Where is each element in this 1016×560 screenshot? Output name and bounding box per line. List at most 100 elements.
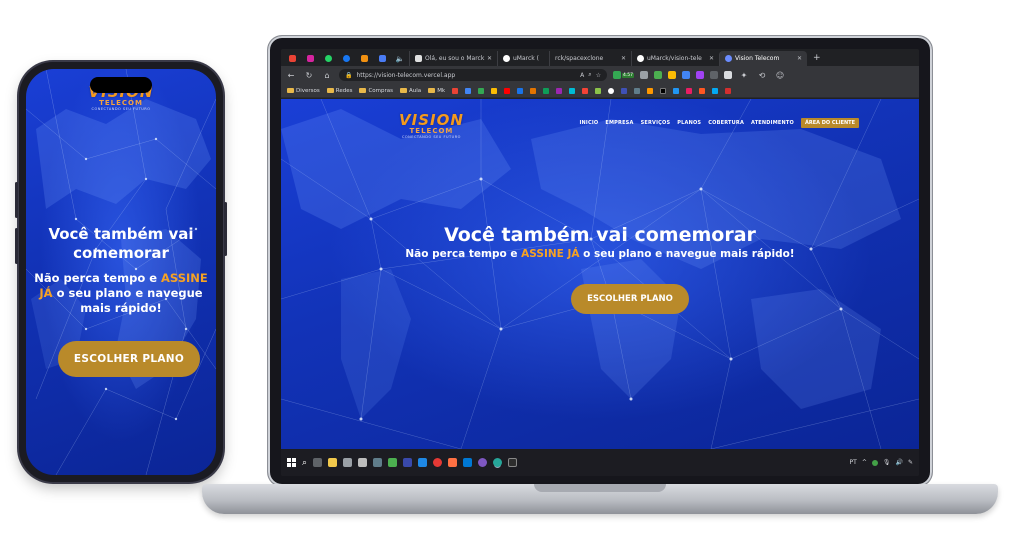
microphone-icon[interactable]: 🎙: [883, 459, 891, 466]
star-icon[interactable]: ☆: [596, 72, 601, 79]
tab-item-active[interactable]: Vision Telecom ✕: [719, 51, 807, 66]
nav-item-cobertura[interactable]: COBERTURA: [708, 120, 744, 126]
gmail-icon[interactable]: [452, 87, 459, 94]
bookmark-icon[interactable]: [699, 87, 706, 94]
extension-icon[interactable]: [640, 71, 649, 79]
chevron-up-icon[interactable]: ^: [862, 459, 867, 466]
site-logo[interactable]: VISION TELECOM CONECTANDO SEU FUTURO: [399, 111, 464, 139]
font-size-icon[interactable]: A: [580, 72, 584, 79]
terminal-icon[interactable]: [508, 458, 518, 467]
bookmark-icon[interactable]: [543, 87, 550, 94]
tab-gmail[interactable]: [283, 51, 301, 66]
taskbar-app-icon[interactable]: [478, 458, 488, 467]
address-bar[interactable]: 🔒 https://vision-telecom.vercel.app A ⌕ …: [339, 69, 607, 81]
close-icon[interactable]: ✕: [487, 55, 492, 62]
pen-icon[interactable]: ✎: [908, 459, 913, 466]
nav-item-empresa[interactable]: EMPRESA: [605, 120, 633, 126]
search-icon[interactable]: ⌕: [302, 458, 307, 468]
tray-app-icon[interactable]: [871, 459, 878, 466]
github-icon[interactable]: [608, 87, 615, 94]
extension-icon[interactable]: [696, 71, 705, 79]
choose-plan-button[interactable]: ESCOLHER PLANO: [571, 284, 689, 314]
close-icon[interactable]: ✕: [621, 55, 626, 62]
extension-icon[interactable]: [710, 71, 719, 79]
bookmark-icon[interactable]: [582, 87, 589, 94]
tab-instagram[interactable]: [301, 51, 319, 66]
extension-icon[interactable]: [682, 71, 691, 79]
bookmark-icon[interactable]: [595, 87, 602, 94]
tab-item[interactable]: rck/spacexclone ✕: [549, 51, 631, 66]
bookmark-folder[interactable]: Redes: [326, 87, 353, 94]
bookmark-icon[interactable]: [465, 87, 472, 94]
tab-item[interactable]: Olá, eu sou o Marck ✕: [409, 51, 497, 66]
bookmark-icon[interactable]: [556, 87, 563, 94]
extension-icon[interactable]: [724, 71, 733, 79]
taskbar-app-icon[interactable]: [358, 458, 368, 467]
close-icon[interactable]: ✕: [709, 55, 714, 62]
nav-item-servicos[interactable]: SERVIÇOS: [641, 120, 671, 126]
phone-choose-plan-button[interactable]: ESCOLHER PLANO: [58, 341, 200, 377]
tab-pinned-app[interactable]: [355, 51, 373, 66]
task-view-icon[interactable]: [313, 458, 323, 467]
nav-item-inicio[interactable]: INICIO: [579, 120, 598, 126]
taskbar-app-icon[interactable]: [448, 458, 458, 467]
tab-item[interactable]: uMarck/vision-tele ✕: [631, 51, 719, 66]
extension-icon[interactable]: [613, 71, 621, 79]
taskbar-app-icon[interactable]: [433, 458, 443, 467]
tab-pinned-app[interactable]: [373, 51, 391, 66]
bookmark-icon[interactable]: [725, 87, 732, 94]
bookmark-icon[interactable]: [478, 87, 485, 94]
bookmark-icon[interactable]: [491, 87, 498, 94]
nav-item-planos[interactable]: PLANOS: [677, 120, 701, 126]
file-explorer-icon[interactable]: [328, 458, 338, 467]
bookmark-folder[interactable]: Aula: [400, 88, 421, 94]
bookmark-icon[interactable]: [660, 87, 667, 94]
phone-screen: VISION TELECOM CONECTANDO SEU FUTURO Voc…: [26, 69, 216, 475]
bookmark-icon[interactable]: [647, 87, 654, 94]
bookmark-icon[interactable]: [517, 87, 524, 94]
youtube-icon[interactable]: [504, 87, 511, 94]
home-icon[interactable]: ⌂: [321, 71, 333, 80]
history-icon[interactable]: ⟲: [756, 71, 768, 80]
bookmark-folder[interactable]: Diversos: [287, 88, 320, 94]
bookmark-icon[interactable]: [569, 87, 576, 94]
vscode-icon[interactable]: [463, 458, 473, 467]
shield-icon[interactable]: [654, 71, 663, 79]
extension-icon[interactable]: [668, 71, 677, 79]
profile-icon[interactable]: ☺: [774, 71, 786, 80]
language-indicator[interactable]: PT: [850, 459, 857, 466]
client-area-button[interactable]: ÁREA DO CLIENTE: [800, 118, 859, 128]
whatsapp-icon: [324, 55, 332, 62]
zoom-icon[interactable]: ⌕: [588, 71, 591, 79]
tab-audio[interactable]: 🔈: [391, 51, 409, 66]
taskbar-app-icon[interactable]: [373, 458, 383, 467]
tab-facebook[interactable]: [337, 51, 355, 66]
subtitle-part: o seu plano e navegue mais rápido!: [579, 248, 795, 260]
back-arrow-icon[interactable]: ←: [285, 71, 297, 80]
bookmark-icon[interactable]: [621, 87, 628, 94]
edge-icon[interactable]: [493, 458, 503, 467]
bookmark-icon[interactable]: [673, 87, 680, 94]
bookmark-folder[interactable]: Compras: [359, 88, 393, 94]
volume-icon[interactable]: 🔊: [895, 459, 902, 466]
taskbar-app-icon[interactable]: [388, 458, 398, 467]
windows-start-icon[interactable]: [287, 458, 296, 467]
tab-whatsapp[interactable]: [319, 51, 337, 66]
bookmark-icon[interactable]: [712, 87, 719, 94]
new-tab-button[interactable]: +: [807, 51, 827, 66]
close-icon[interactable]: ✕: [797, 55, 802, 62]
taskbar-app-icon[interactable]: [403, 458, 413, 467]
speaker-icon: 🔈: [395, 54, 405, 63]
bookmark-icon[interactable]: [530, 87, 537, 94]
puzzle-icon[interactable]: ✦: [738, 71, 750, 80]
taskbar-app-icon[interactable]: [418, 458, 428, 467]
taskbar-app-icon[interactable]: [343, 458, 353, 467]
reload-icon[interactable]: ↻: [303, 71, 315, 80]
tab-item[interactable]: uMarck (: [497, 51, 549, 66]
bookmark-label: Redes: [335, 87, 353, 94]
nav-item-atendimento[interactable]: ATENDIMENTO: [751, 120, 794, 126]
bookmark-folder[interactable]: Mk: [428, 88, 445, 94]
tab-label: rck/spacexclone: [555, 55, 604, 62]
bookmark-icon[interactable]: [634, 87, 641, 94]
bookmark-icon[interactable]: [686, 87, 693, 94]
